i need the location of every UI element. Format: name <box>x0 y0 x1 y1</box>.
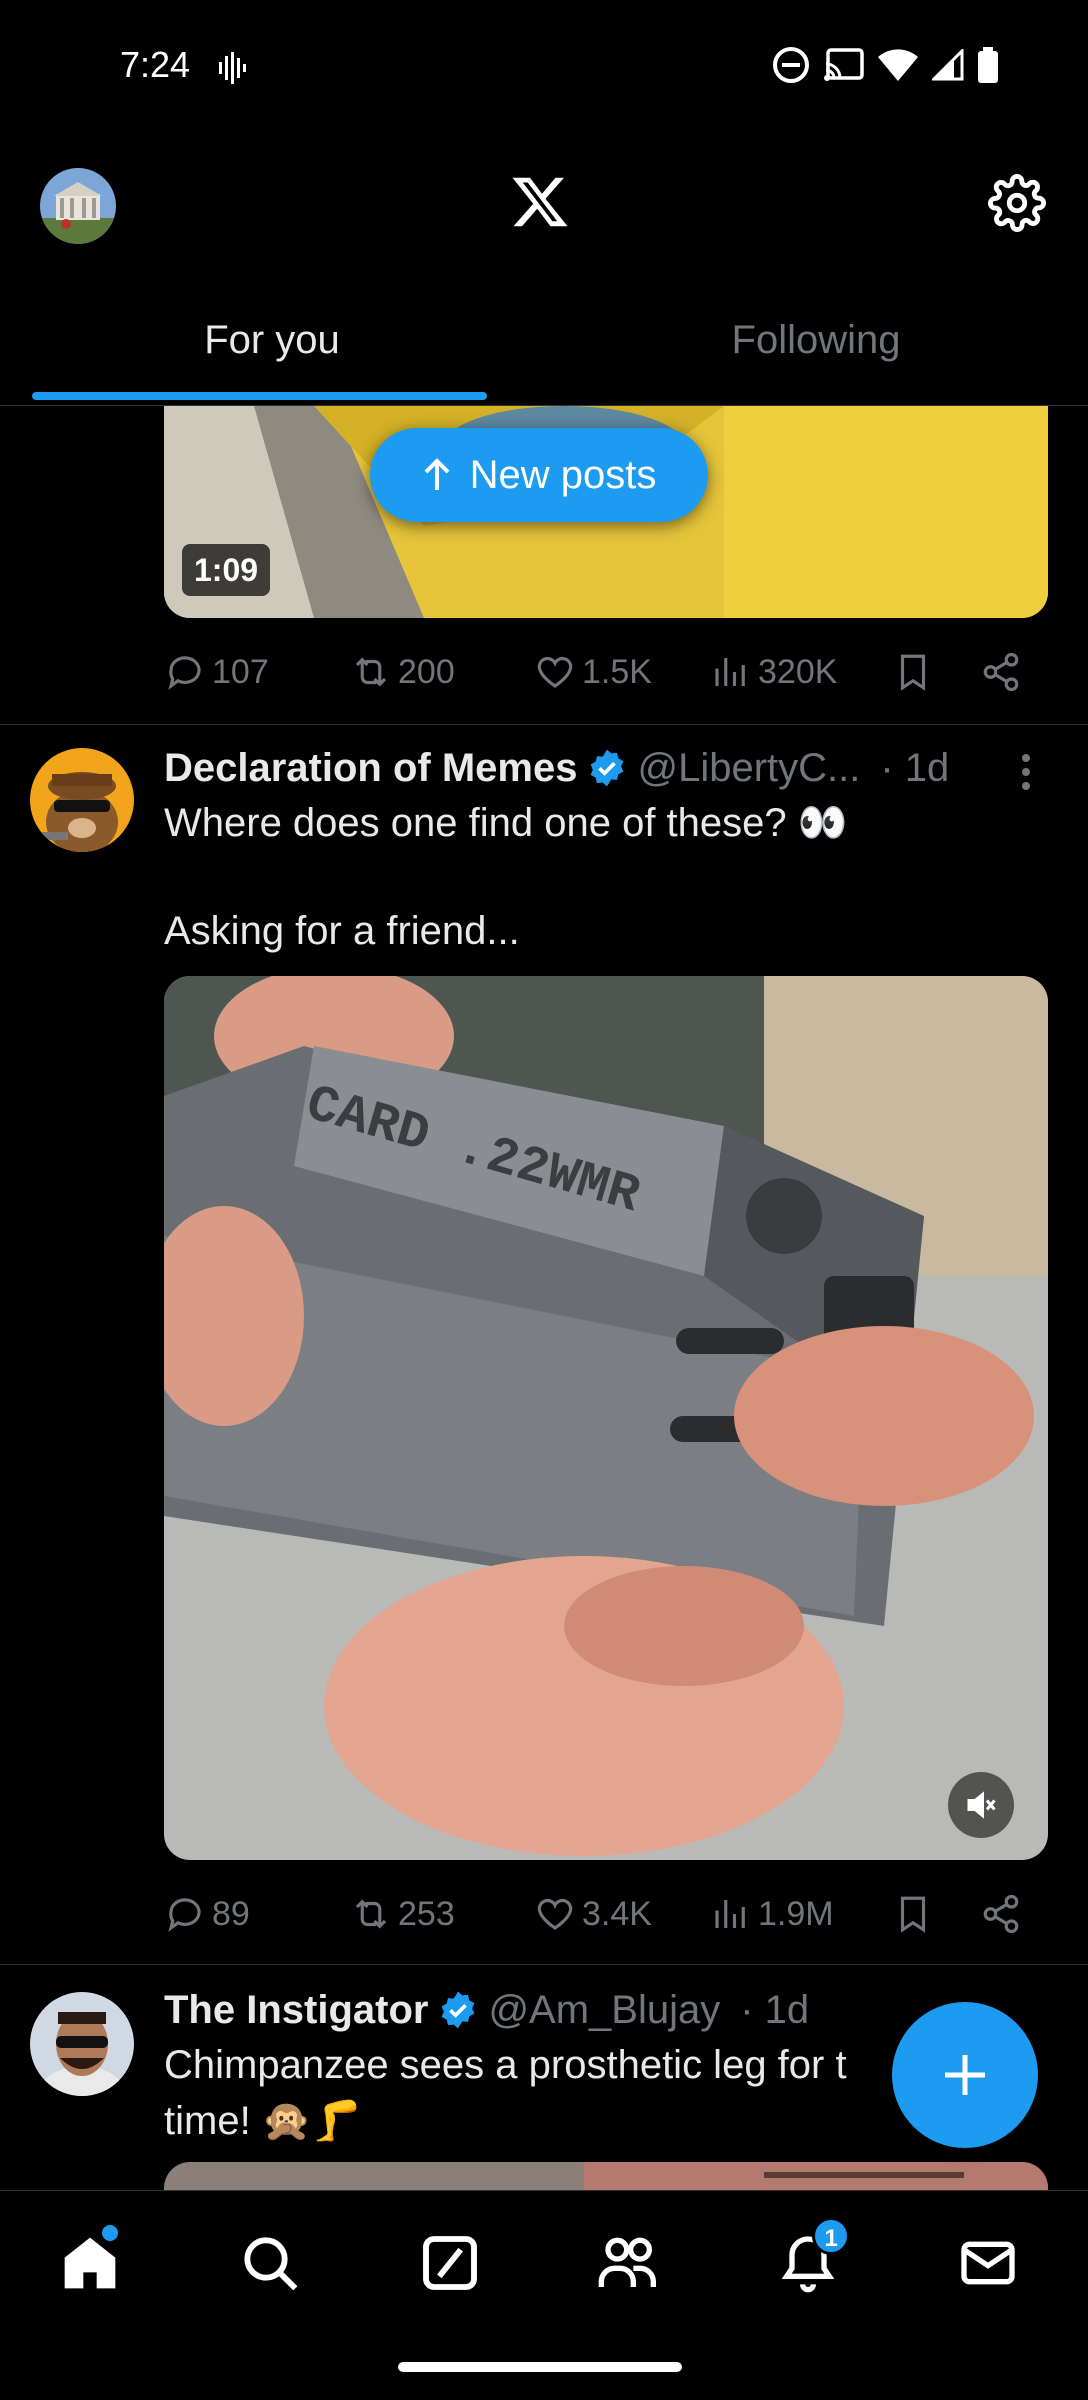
post1-more-icon[interactable] <box>1014 748 1038 806</box>
repost-count: 253 <box>398 1894 455 1933</box>
repost-icon <box>355 657 387 687</box>
repost-icon <box>355 1899 387 1929</box>
reply-button[interactable]: 107 <box>164 651 269 693</box>
bookmark-button[interactable] <box>892 1893 934 1935</box>
status-icons <box>772 46 998 84</box>
like-button[interactable]: 1.5K <box>534 651 652 693</box>
video-duration: 1:09 <box>182 544 271 596</box>
post1-header: Declaration of Memes @LibertyC... · 1d <box>164 740 1064 796</box>
x-logo-icon <box>510 172 570 232</box>
bookmark-icon <box>900 1896 926 1933</box>
views-button[interactable]: 1.9M <box>710 1893 834 1935</box>
view-count: 320K <box>758 652 838 691</box>
nav-messages[interactable] <box>956 2231 1020 2295</box>
like-count: 1.5K <box>582 652 652 691</box>
speaker-muted-icon <box>967 1791 996 1819</box>
notifications-badge: 1 <box>812 2217 850 2255</box>
reply-icon <box>168 1898 201 1932</box>
post1-author-name[interactable]: Declaration of Memes <box>164 746 577 791</box>
new-posts-button[interactable]: New posts <box>370 428 708 522</box>
post1-text-line2: Asking for a friend... <box>164 909 520 953</box>
settings-gear-icon[interactable] <box>988 174 1046 232</box>
nav-home[interactable] <box>58 2225 122 2295</box>
reply-count: 89 <box>212 1894 250 1933</box>
compose-post-button[interactable] <box>892 2002 1038 2148</box>
communities-icon <box>598 2237 656 2287</box>
mute-toggle[interactable] <box>948 1772 1014 1838</box>
post2-time: · 1d <box>740 1987 810 2032</box>
reply-count: 107 <box>212 652 269 691</box>
sound-wave-icon <box>218 52 246 89</box>
cast-icon <box>824 48 864 81</box>
status-time: 7:24 <box>120 44 191 85</box>
share-icon <box>983 1894 1019 1934</box>
view-count: 1.9M <box>758 1894 834 1933</box>
post2-avatar[interactable] <box>30 1992 134 2096</box>
post1-time: · 1d <box>880 745 950 790</box>
share-icon <box>983 652 1019 692</box>
nav-notifications[interactable]: 1 <box>776 2217 850 2295</box>
home-unread-dot <box>102 2225 118 2241</box>
dnd-icon <box>773 47 809 83</box>
post-divider <box>0 1964 1088 1965</box>
wifi-icon <box>878 49 918 81</box>
post1-actions: 89 253 3.4K 1.9M <box>164 1890 1048 1938</box>
tab-for-you[interactable]: For you <box>0 296 544 405</box>
repost-count: 200 <box>398 652 455 691</box>
verified-badge-icon <box>442 1991 475 2029</box>
nav-search[interactable] <box>238 2231 302 2295</box>
grok-icon <box>423 2236 477 2290</box>
views-chart-icon <box>715 1900 745 1928</box>
repost-button[interactable]: 200 <box>350 651 455 693</box>
timeline-tabs: For you Following <box>0 296 1088 406</box>
prev-post-actions: 107 200 1.5K 320K <box>164 648 1048 696</box>
bookmark-icon <box>900 654 926 691</box>
repost-button[interactable]: 253 <box>350 1893 455 1935</box>
plus-icon <box>945 2055 985 2095</box>
post1-handle[interactable]: @LibertyC... <box>637 746 860 791</box>
post-divider <box>0 724 1088 725</box>
reply-button[interactable]: 89 <box>164 1893 250 1935</box>
post2-handle[interactable]: @Am_Blujay <box>488 1988 720 2033</box>
views-chart-icon <box>715 658 745 686</box>
gesture-home-bar[interactable] <box>398 2362 682 2372</box>
heart-icon <box>537 656 573 688</box>
search-icon <box>244 2237 298 2291</box>
post2-author-name[interactable]: The Instigator <box>164 1988 428 2033</box>
nav-grok[interactable] <box>418 2231 482 2295</box>
active-tab-indicator <box>32 392 487 400</box>
heart-icon <box>537 1898 573 1930</box>
nav-communities[interactable] <box>596 2231 660 2295</box>
post1-video[interactable]: CARD .22WMR <box>164 976 1048 1860</box>
verified-badge-icon <box>591 749 624 787</box>
new-posts-label: New posts <box>469 452 657 497</box>
bookmark-button[interactable] <box>892 651 934 693</box>
post1-avatar[interactable] <box>30 748 134 852</box>
reply-icon <box>168 656 201 690</box>
signal-icon <box>932 49 964 81</box>
post1-text-line1: Where does one find one of these? 👀 <box>164 801 848 845</box>
mail-icon <box>961 2241 1015 2285</box>
post2-text-line1: Chimpanzee sees a prosthetic leg for t <box>164 2043 847 2087</box>
battery-icon <box>978 47 998 83</box>
share-button[interactable] <box>980 651 1022 693</box>
arrow-up-icon <box>424 458 450 490</box>
like-count: 3.4K <box>582 1894 652 1933</box>
views-button[interactable]: 320K <box>710 651 837 693</box>
share-button[interactable] <box>980 1893 1022 1935</box>
post2-text-line2: time! 🙊🦵 <box>164 2099 362 2143</box>
like-button[interactable]: 3.4K <box>534 1893 652 1935</box>
profile-avatar[interactable] <box>40 168 116 244</box>
post2-header: The Instigator @Am_Blujay · 1d <box>164 1982 1024 2038</box>
tab-following[interactable]: Following <box>544 296 1088 405</box>
